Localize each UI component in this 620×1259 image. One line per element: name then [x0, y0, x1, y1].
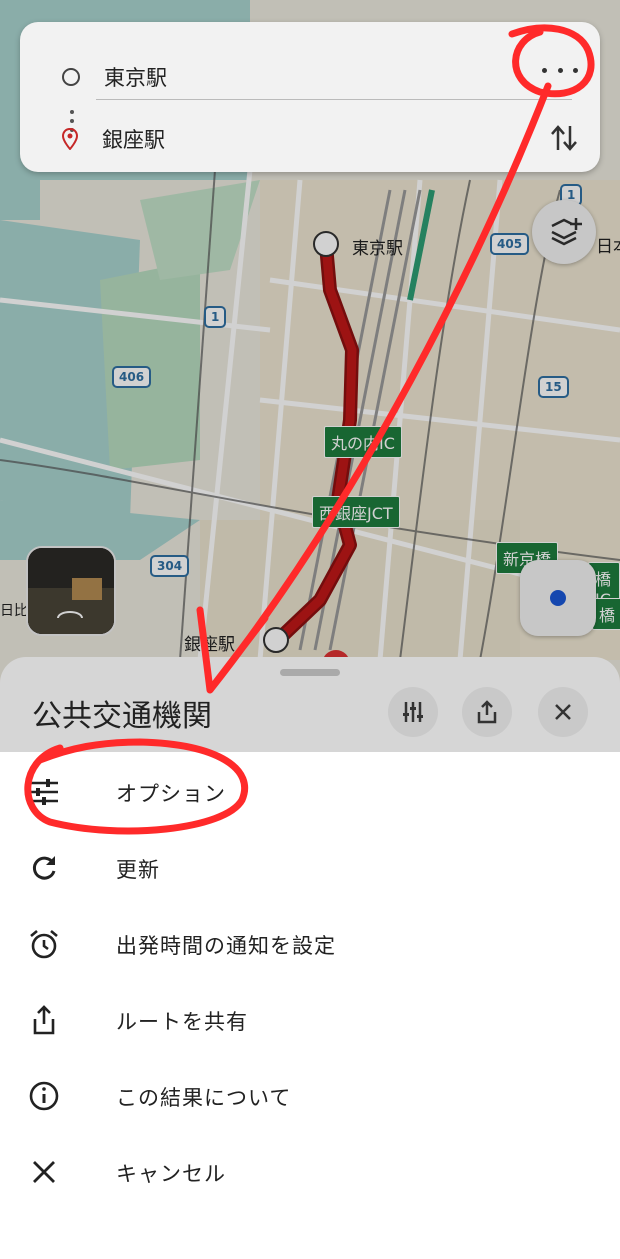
close-icon — [33, 1161, 55, 1183]
alarm-icon — [30, 930, 58, 959]
route-card: 東京駅 銀座駅 — [20, 22, 600, 172]
refresh-icon — [32, 856, 56, 880]
info-icon — [29, 1081, 59, 1111]
tune-icon — [403, 702, 423, 722]
destination-row[interactable]: 銀座駅 — [20, 124, 165, 154]
more-options-button[interactable] — [542, 58, 578, 82]
bottom-sheet-header[interactable]: 公共交通機関 — [0, 657, 620, 767]
menu-item-refresh[interactable]: 更新 — [0, 830, 620, 906]
sheet-title: 公共交通機関 — [32, 699, 212, 734]
menu-item-share-route[interactable]: ルートを共有 — [0, 982, 620, 1058]
menu-item-label: オプション — [116, 782, 226, 806]
menu-item-label: この結果について — [116, 1086, 292, 1110]
share-button[interactable] — [462, 687, 512, 737]
menu-item-label: キャンセル — [116, 1162, 226, 1186]
overflow-menu: オプション 更新 出発時間の通知を設定 ルートを共有 この結果について キャンセ… — [0, 752, 620, 1259]
menu-item-options[interactable]: オプション — [0, 754, 620, 830]
menu-item-label: ルートを共有 — [116, 1010, 248, 1034]
menu-item-about-results[interactable]: この結果について — [0, 1058, 620, 1134]
menu-item-departure-alarm[interactable]: 出発時間の通知を設定 — [0, 906, 620, 982]
tune-icon — [30, 779, 58, 805]
origin-field[interactable]: 東京駅 — [104, 62, 167, 92]
close-icon — [555, 704, 571, 720]
menu-item-label: 更新 — [116, 858, 160, 882]
origin-row[interactable]: 東京駅 — [20, 62, 167, 92]
share-icon — [477, 700, 497, 724]
swap-icon — [551, 125, 577, 151]
menu-item-cancel[interactable]: キャンセル — [0, 1134, 620, 1210]
pin-icon — [62, 128, 78, 150]
filter-button[interactable] — [388, 687, 438, 737]
divider — [96, 99, 572, 100]
close-sheet-button[interactable] — [538, 687, 588, 737]
origin-circle-icon — [62, 68, 80, 86]
menu-item-label: 出発時間の通知を設定 — [116, 934, 336, 958]
swap-button[interactable] — [550, 122, 578, 158]
share-icon — [33, 1005, 55, 1035]
drag-handle[interactable] — [280, 669, 340, 676]
destination-field[interactable]: 銀座駅 — [102, 124, 165, 154]
map-view[interactable]: 東京駅 銀座駅 日本 日比谷 丸の内IC 西銀座JCT 新京橋 橋JC 橋 1 … — [0, 0, 620, 760]
